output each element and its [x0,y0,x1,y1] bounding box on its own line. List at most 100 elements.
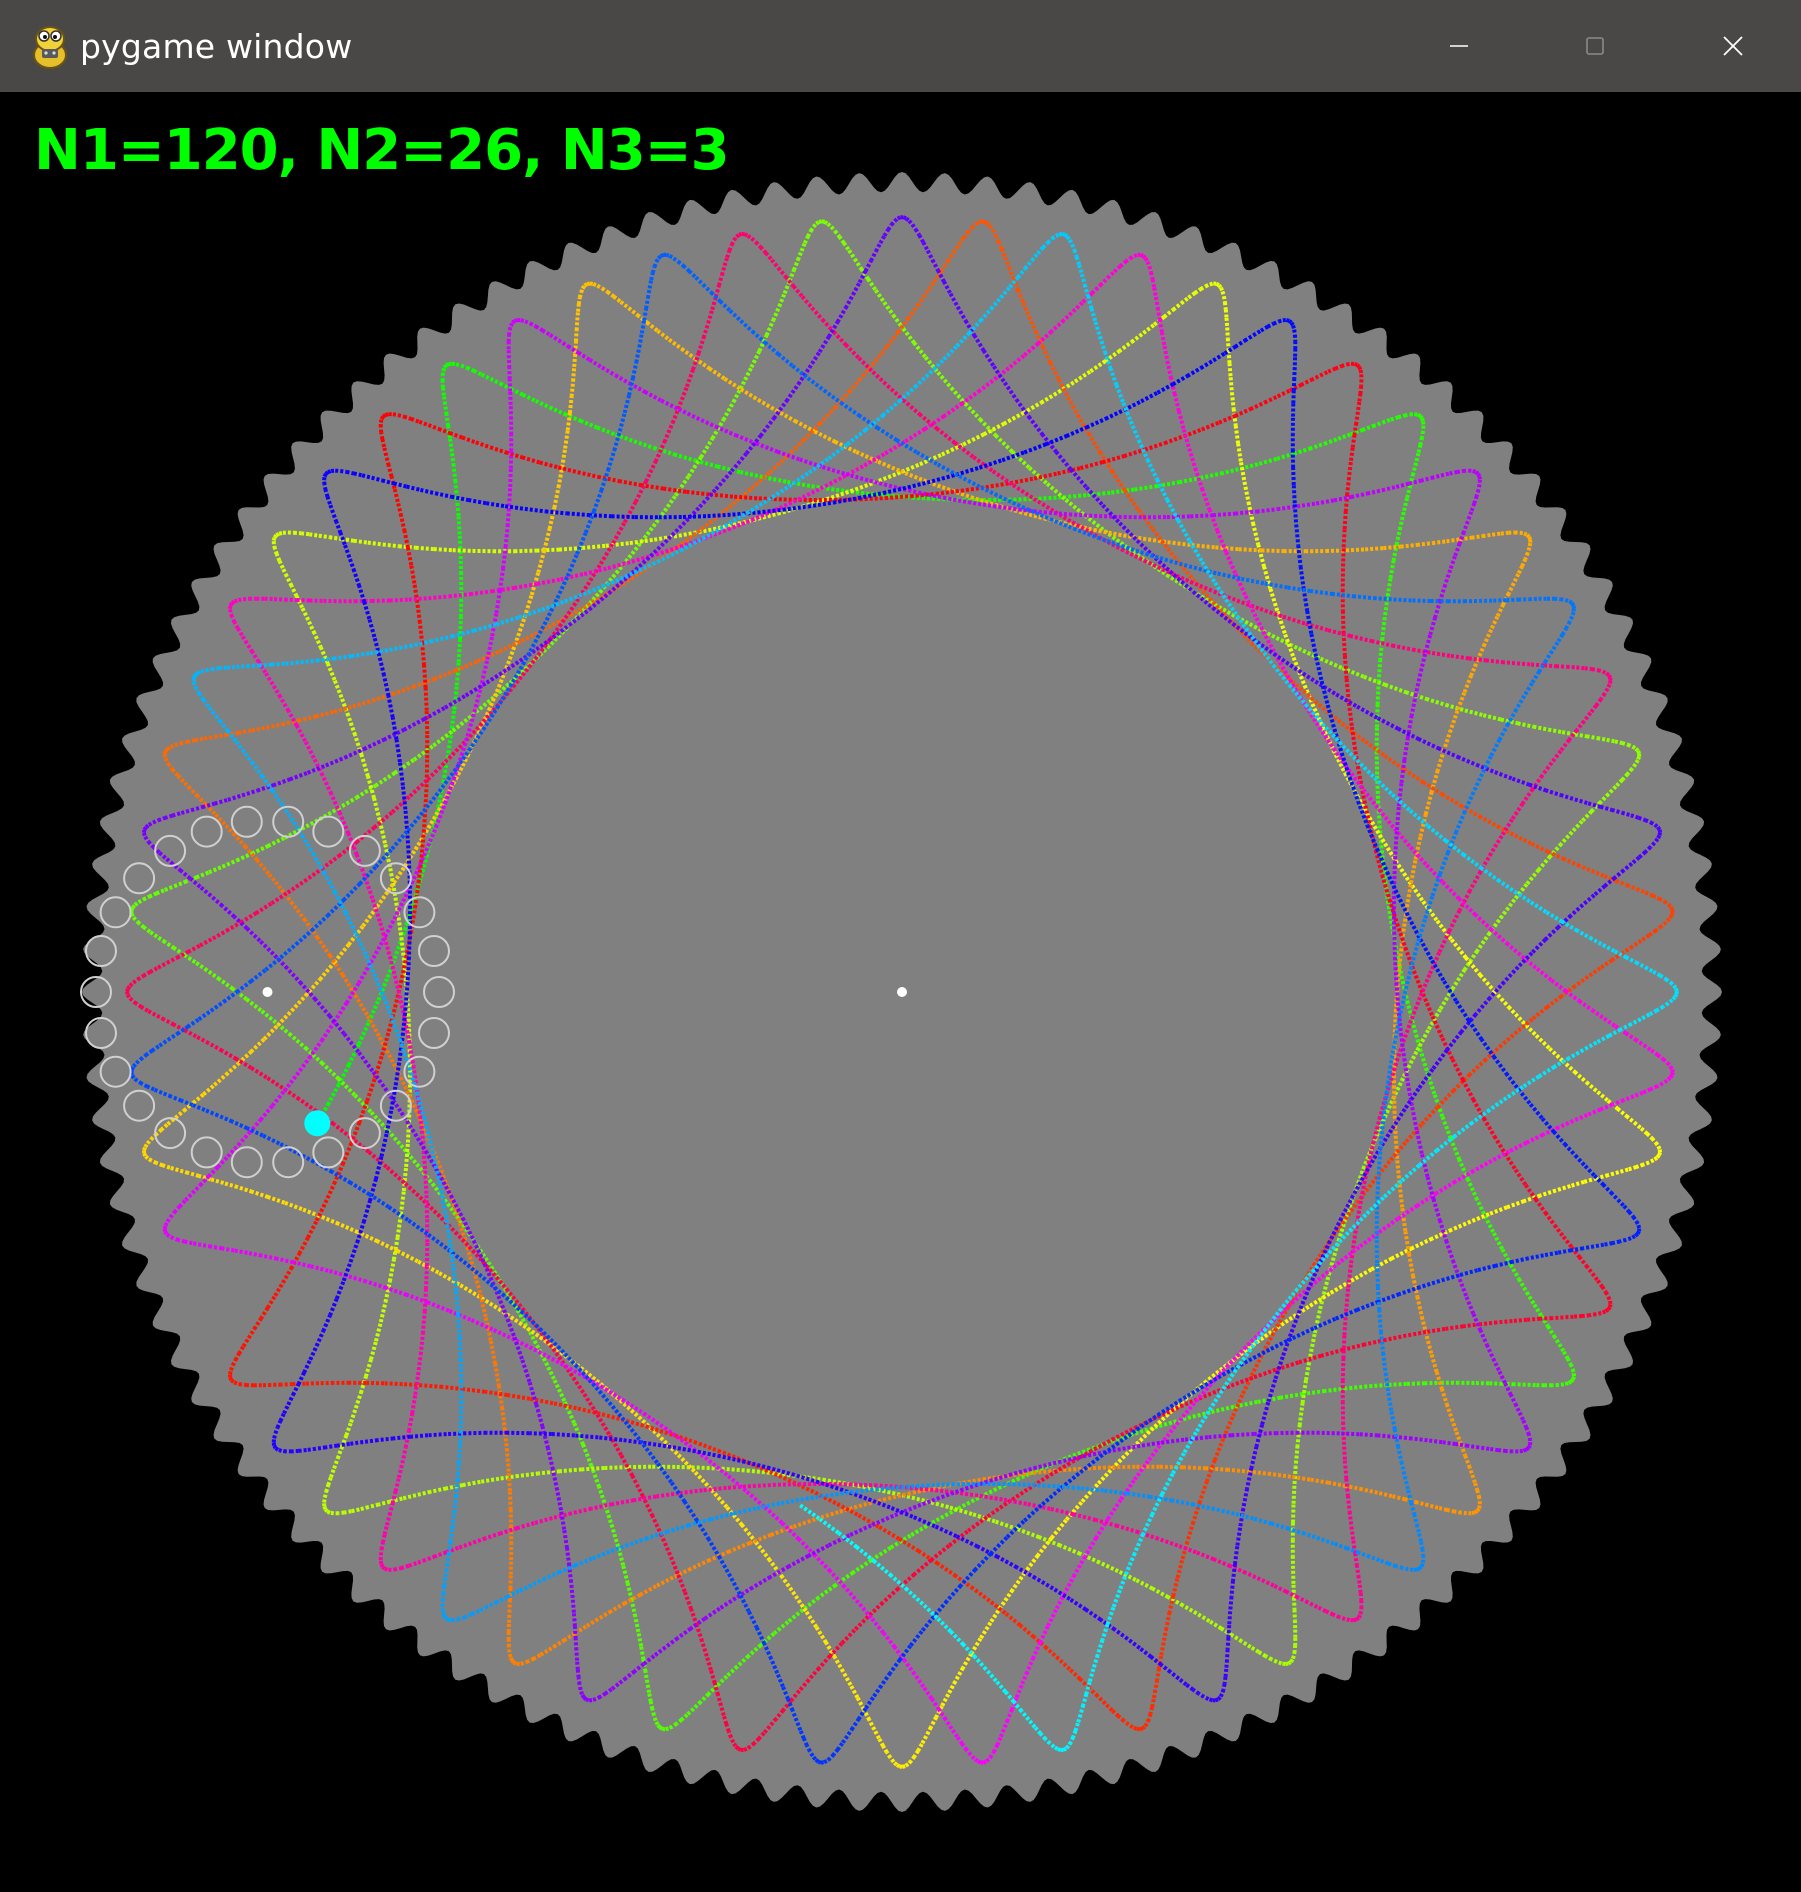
trace-segment [1606,1305,1612,1311]
trace-segment [815,220,821,226]
trace-segment [818,219,823,224]
trace-segment [659,253,665,258]
trace-segment [1636,750,1642,755]
trace-segment [1427,1438,1443,1445]
trace-segment [1062,1746,1068,1752]
trace-segment [1214,1697,1219,1703]
trace-segment [636,1631,644,1647]
trace-segment [1161,1627,1169,1643]
trace-segment [1477,1504,1482,1510]
trace-segment [977,219,983,225]
trace-segment [193,671,199,677]
trace-segment [512,1660,518,1666]
trace-segment [507,1588,513,1602]
trace-segment [450,1512,457,1529]
trace-segment [379,1563,385,1568]
trace-segment [656,254,663,260]
trace-segment [385,412,390,417]
trace-segment [1526,1316,1541,1322]
trace-segment [1357,366,1363,371]
trace-segment [326,1509,331,1515]
parameter-readout: N1=120, N2=26, N3=3 [34,118,730,183]
trace-segment [983,219,988,225]
trace-segment [1567,1379,1573,1385]
trace-segment [1419,1562,1425,1568]
trace-segment [1416,412,1422,418]
trace-segment [1605,671,1611,677]
trace-segment [129,907,135,912]
trace-segment [1228,377,1234,393]
trace-segment [1543,663,1557,669]
minimize-button[interactable] [1390,0,1528,92]
trace-segment [1673,993,1679,998]
trace-segment [447,1617,452,1623]
trace-segment [1350,434,1357,449]
trace-segment [1475,1507,1481,1513]
trace-segment [1217,283,1223,289]
trace-segment [1571,1376,1576,1381]
trace-segment [228,602,234,607]
maximize-button[interactable] [1526,0,1664,92]
trace-segment [1349,1526,1356,1541]
trace-segment [899,1764,903,1769]
trace-segment [1291,390,1296,404]
close-button[interactable] [1664,0,1801,92]
trace-segment [163,1230,169,1236]
trace-segment [125,993,131,999]
trace-segment [142,1152,148,1157]
trace-segment [1547,727,1563,735]
trace-segment [1225,338,1231,351]
trace-segment [1501,660,1518,666]
trace-segment [1526,1444,1532,1449]
trace-segment [1162,345,1170,362]
trace-segment [1216,1695,1222,1701]
trace-segment [237,728,253,735]
trace-segment [1061,231,1066,237]
trace-segment [275,531,281,538]
trace-segment [1352,1617,1358,1623]
trace-segment [573,341,578,354]
trace-segment [1493,598,1507,603]
trace-segment [742,1747,748,1752]
trace-segment [272,1444,278,1450]
trace-segment [737,1746,742,1752]
trace-segment [1539,1316,1553,1321]
trace-segment [1353,362,1358,367]
trace-segment [1291,1584,1296,1598]
trace-segment [1227,363,1233,378]
trace-segment [1604,1307,1610,1314]
trace-segment [1136,1726,1140,1732]
trace-segment [1543,1250,1559,1258]
trace-segment [1139,252,1144,258]
title-bar[interactable]: pygame window [0,0,1801,92]
trace-segment [1285,318,1290,323]
trace-segment [191,674,197,679]
trace-segment [1287,1660,1292,1666]
minimize-icon [1450,45,1468,47]
pygame-snake-icon [33,26,67,69]
trace-segment [1674,987,1679,992]
trace-segment [1215,282,1220,287]
trace-segment [1571,605,1576,609]
trace-segment [1608,1300,1613,1305]
trace-segment [1506,597,1519,603]
trace-segment [1634,747,1640,753]
trace-segment [895,1763,901,1769]
trace-segment [735,233,741,239]
pen-point [304,1110,331,1137]
trace-segment [285,660,301,666]
trace-segment [1418,1565,1424,1571]
trace-segment [1607,674,1612,679]
trace-segment [510,1659,516,1664]
trace-segment [274,1446,280,1452]
trace-segment [901,1764,906,1769]
trace-segment [571,1612,577,1627]
trace-segment [896,215,902,221]
trace-segment [1635,1230,1641,1235]
trace-segment [1512,1317,1527,1323]
trace-segment [247,1250,263,1258]
trace-segment [162,1224,168,1230]
trace-segment [902,215,907,221]
trace-segment [511,319,516,325]
trace-segment [1228,1596,1234,1612]
